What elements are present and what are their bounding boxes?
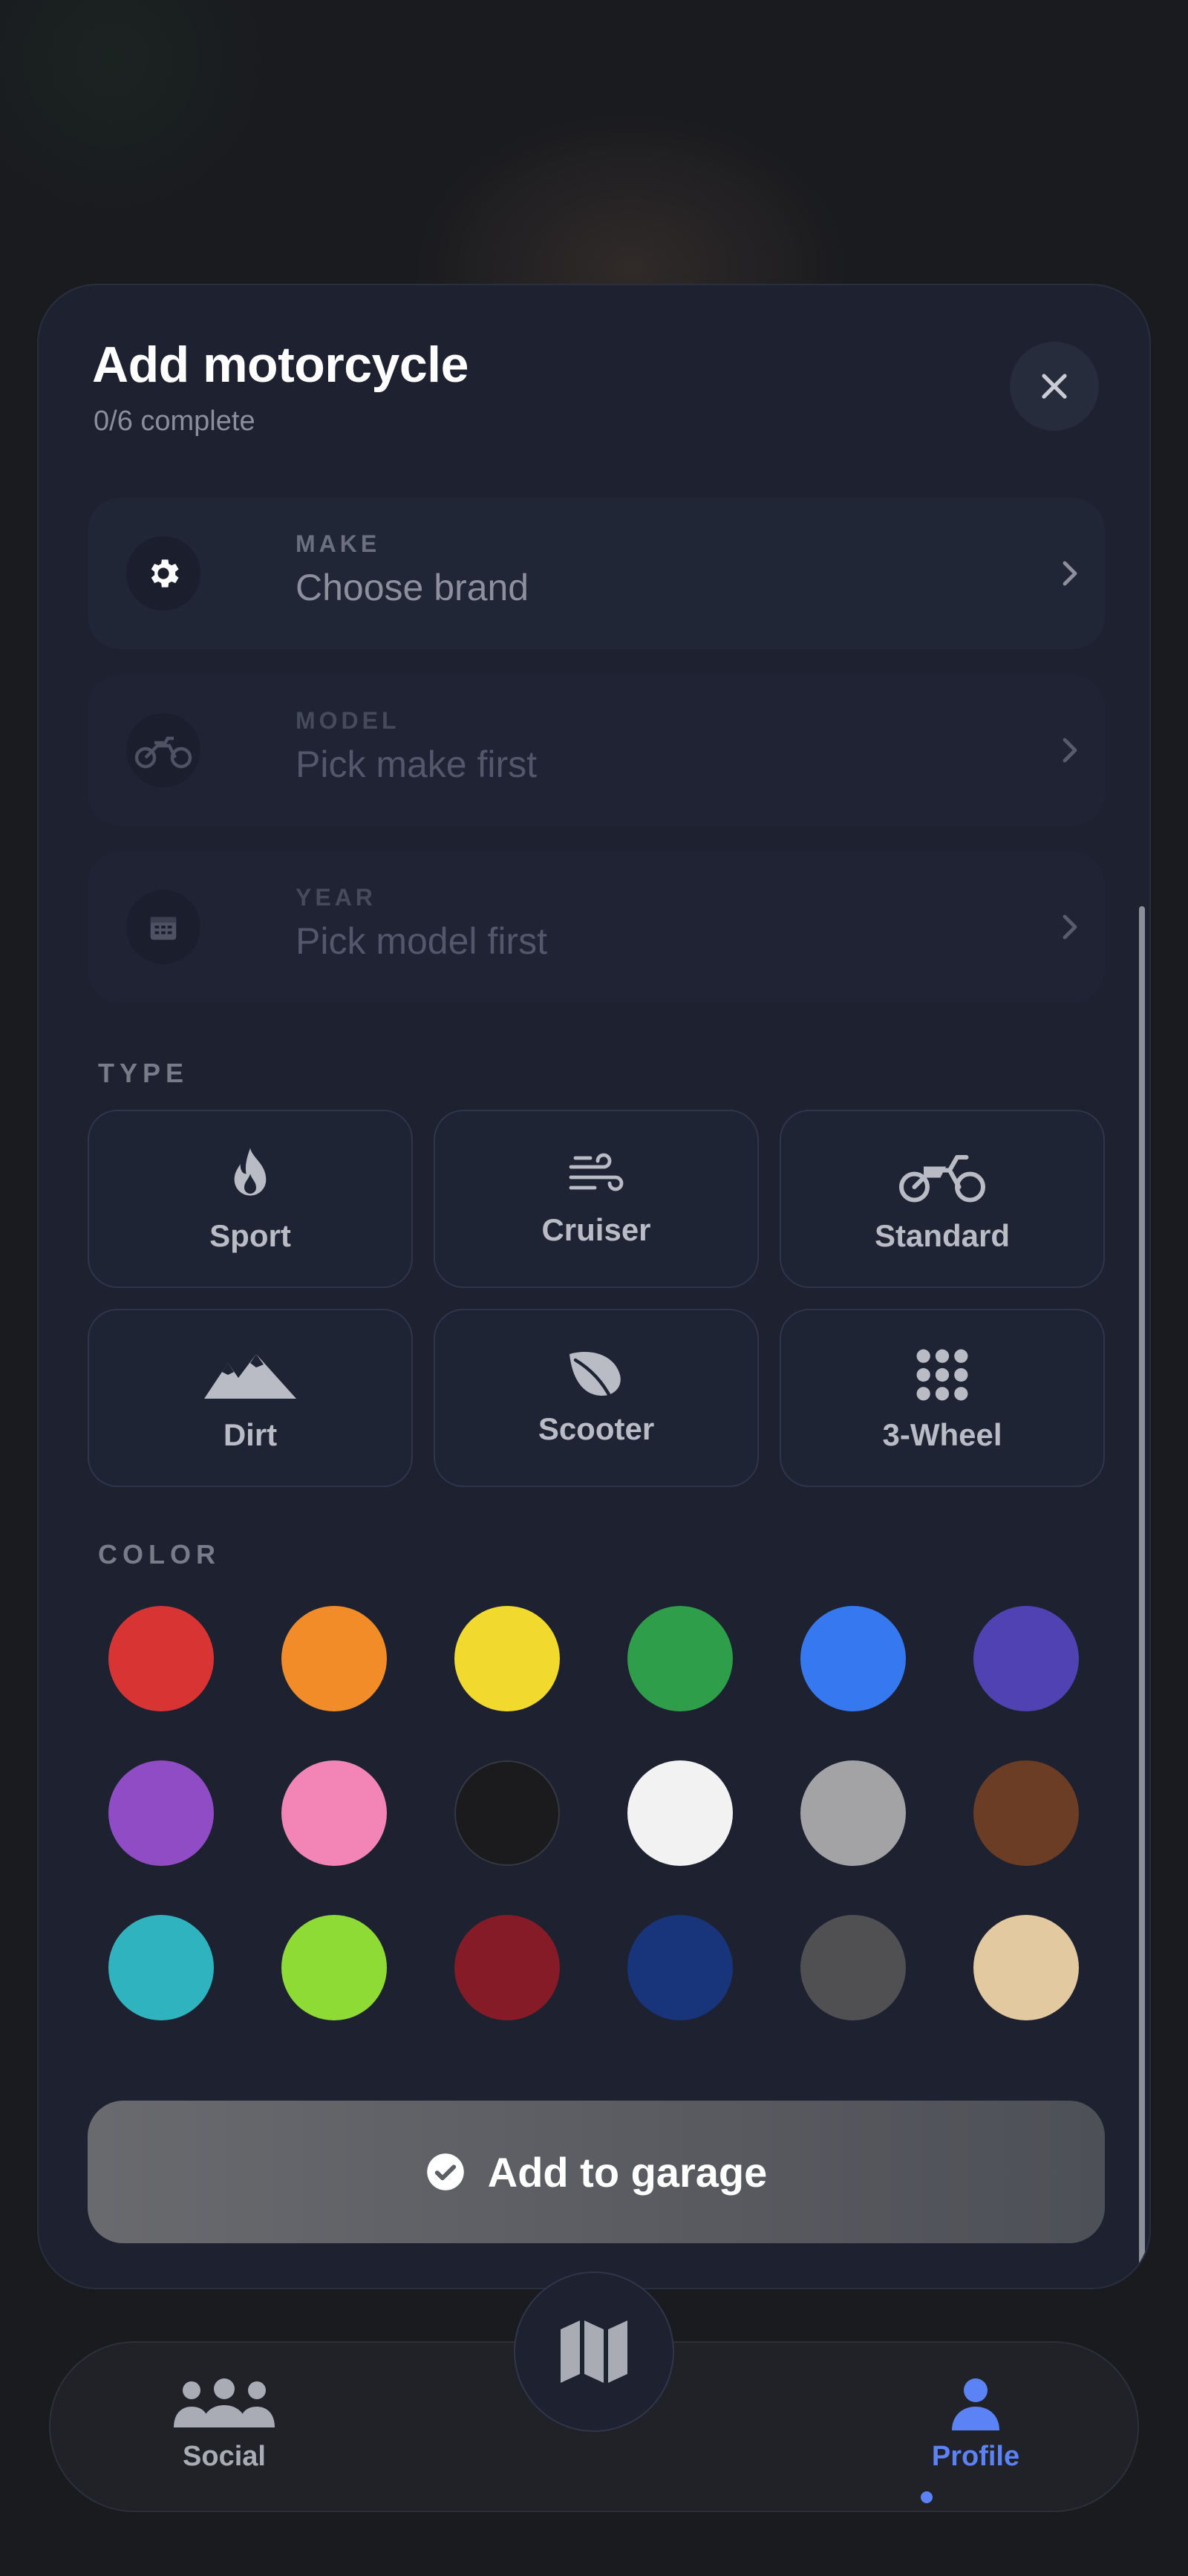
calendar-icon — [126, 890, 200, 964]
color-swatch[interactable] — [800, 1760, 906, 1866]
map-icon — [561, 2320, 627, 2383]
add-to-garage-button[interactable]: Add to garage — [88, 2101, 1105, 2243]
type-option-sport[interactable]: Sport — [88, 1110, 413, 1288]
color-section-label: COLOR — [98, 1539, 221, 1570]
map-button[interactable] — [514, 2271, 674, 2432]
active-indicator-dot — [921, 2491, 933, 2503]
close-button[interactable] — [1010, 342, 1099, 431]
color-swatch[interactable] — [108, 1915, 214, 2020]
type-option-dirt[interactable]: Dirt — [88, 1309, 413, 1487]
color-swatch[interactable] — [108, 1760, 214, 1866]
color-swatch[interactable] — [281, 1760, 387, 1866]
type-label: Cruiser — [541, 1212, 651, 1247]
model-label: MODEL — [296, 707, 400, 734]
year-value: Pick model first — [296, 920, 547, 962]
add-motorcycle-sheet: Add motorcycle 0/6 complete MAKE Choose … — [37, 284, 1151, 2289]
year-label: YEAR — [296, 884, 376, 911]
motorcycle-icon — [126, 713, 200, 787]
check-circle-icon — [427, 2153, 464, 2190]
color-swatch[interactable] — [454, 1606, 560, 1711]
nav-item-profile[interactable]: Profile — [887, 2377, 1065, 2496]
people-icon — [174, 2378, 275, 2427]
color-swatch[interactable] — [627, 1915, 733, 2020]
color-swatch[interactable] — [973, 1915, 1079, 2020]
make-value: Choose brand — [296, 567, 529, 608]
type-label: Dirt — [223, 1417, 278, 1452]
model-value: Pick make first — [296, 744, 538, 785]
wind-icon — [435, 1142, 757, 1209]
type-option-3-wheel[interactable]: 3-Wheel — [780, 1309, 1105, 1487]
color-swatch[interactable] — [281, 1915, 387, 2020]
chevron-right-icon — [1063, 914, 1077, 940]
make-label: MAKE — [296, 530, 381, 557]
sheet-title: Add motorcycle — [92, 336, 469, 393]
leaf-icon — [435, 1341, 757, 1408]
color-swatch[interactable] — [973, 1760, 1079, 1866]
chevron-right-icon — [1063, 738, 1077, 763]
nav-item-social[interactable]: Social — [135, 2377, 313, 2496]
color-swatch[interactable] — [973, 1606, 1079, 1711]
type-label: 3-Wheel — [882, 1417, 1002, 1452]
grid-dots-icon — [781, 1341, 1103, 1408]
type-section-label: TYPE — [98, 1058, 189, 1088]
type-option-standard[interactable]: Standard — [780, 1110, 1105, 1288]
color-swatch[interactable] — [800, 1915, 906, 2020]
nav-label-social: Social — [183, 2441, 266, 2472]
make-picker[interactable]: MAKE Choose brand — [88, 498, 1105, 649]
add-to-garage-label: Add to garage — [487, 2148, 768, 2196]
mountains-icon — [89, 1341, 411, 1408]
type-option-cruiser[interactable]: Cruiser — [434, 1110, 759, 1288]
person-icon — [952, 2378, 999, 2430]
color-swatch[interactable] — [627, 1760, 733, 1866]
color-swatch[interactable] — [800, 1606, 906, 1711]
type-option-scooter[interactable]: Scooter — [434, 1309, 759, 1487]
close-icon — [1042, 374, 1067, 399]
gear-icon — [126, 536, 200, 611]
chevron-right-icon — [1063, 561, 1077, 586]
color-swatch[interactable] — [454, 1915, 560, 2020]
progress-text: 0/6 complete — [94, 406, 255, 437]
color-swatch[interactable] — [627, 1606, 733, 1711]
year-picker[interactable]: YEAR Pick model first — [88, 851, 1105, 1003]
type-label: Sport — [209, 1218, 291, 1253]
flame-icon — [89, 1142, 411, 1209]
color-swatch[interactable] — [108, 1606, 214, 1711]
scrollbar[interactable] — [1139, 906, 1145, 2282]
nav-label-profile: Profile — [931, 2441, 1020, 2472]
type-label: Standard — [874, 1218, 1011, 1253]
model-picker[interactable]: MODEL Pick make first — [88, 674, 1105, 826]
color-swatch[interactable] — [281, 1606, 387, 1711]
motorcycle-icon — [781, 1142, 1103, 1209]
color-swatch[interactable] — [454, 1760, 560, 1866]
type-label: Scooter — [538, 1411, 655, 1446]
